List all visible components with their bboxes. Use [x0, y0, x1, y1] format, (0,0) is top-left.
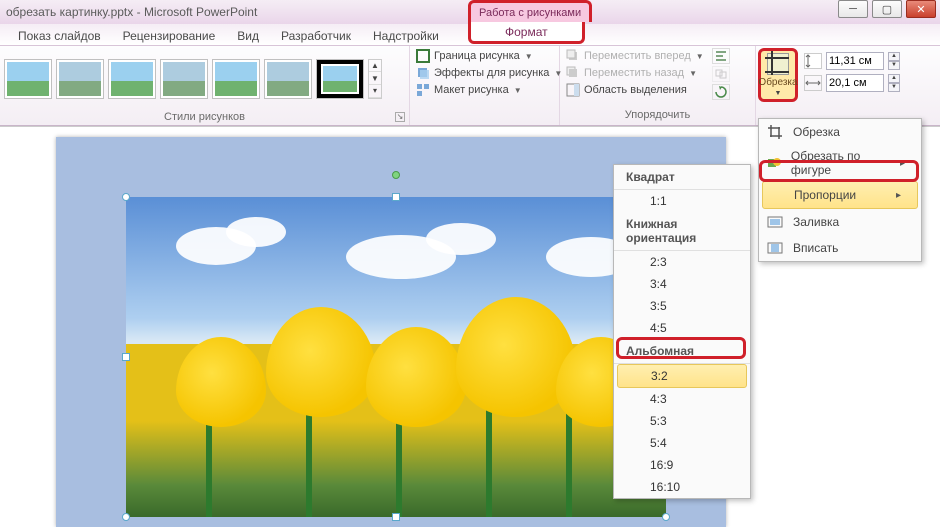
picture-style-thumb[interactable]: [264, 59, 312, 99]
width-icon: [804, 75, 822, 91]
aspect-16-10[interactable]: 16:10: [614, 476, 750, 498]
resize-handle[interactable]: [122, 353, 130, 361]
crop-item[interactable]: Обрезка: [759, 119, 921, 145]
align-button[interactable]: [712, 48, 730, 64]
picture-style-thumb[interactable]: [56, 59, 104, 99]
tab-slideshow[interactable]: Показ слайдов: [14, 27, 105, 45]
resize-handle[interactable]: [392, 193, 400, 201]
tab-developer[interactable]: Разработчик: [277, 27, 355, 45]
aspect-3-2[interactable]: 3:2: [617, 364, 747, 388]
picture-effects-button[interactable]: Эффекты для рисунка▼: [414, 65, 555, 81]
layout-icon: [416, 83, 430, 97]
height-spin-down[interactable]: ▼: [888, 61, 900, 70]
aspect-ratio-menu: Квадрат 1:1 Книжная ориентация 2:3 3:4 3…: [613, 164, 751, 499]
aspect-2-3[interactable]: 2:3: [614, 251, 750, 273]
width-spin-up[interactable]: ▲: [888, 74, 900, 83]
menu-header-portrait: Книжная ориентация: [614, 212, 750, 251]
gallery-more-button[interactable]: ▾: [369, 85, 381, 98]
gallery-up-button[interactable]: ▲: [369, 60, 381, 73]
height-input[interactable]: [826, 52, 884, 70]
tab-review[interactable]: Рецензирование: [119, 27, 220, 45]
backward-icon: [566, 66, 580, 80]
crop-icon: [767, 53, 789, 75]
aspect-16-9[interactable]: 16:9: [614, 454, 750, 476]
aspect-1-1[interactable]: 1:1: [614, 190, 750, 212]
tab-format[interactable]: Формат: [468, 22, 585, 44]
aspect-ratio-item[interactable]: Пропорции: [762, 181, 918, 209]
picture-style-thumb[interactable]: [108, 59, 156, 99]
selection-pane-button[interactable]: Область выделения: [564, 82, 706, 98]
picture-style-thumb[interactable]: [4, 59, 52, 99]
group-label: Стили рисунков↘: [0, 111, 409, 125]
gallery-down-button[interactable]: ▼: [369, 72, 381, 85]
picture-layout-button[interactable]: Макет рисунка▼: [414, 82, 555, 98]
filename: обрезать картинку.pptx: [6, 5, 133, 19]
aspect-3-4[interactable]: 3:4: [614, 273, 750, 295]
fill-item[interactable]: Заливка: [759, 209, 921, 235]
forward-icon: [566, 49, 580, 63]
rotate-handle[interactable]: [392, 171, 400, 179]
picture-style-thumb[interactable]: [160, 59, 208, 99]
group-size: Обрезка ▼ ▲▼ ▲▼: [756, 46, 940, 125]
window-controls: ─ ▢ ✕: [838, 0, 936, 18]
rotate-button[interactable]: [712, 84, 730, 100]
resize-handle[interactable]: [392, 513, 400, 521]
menu-header-landscape: Альбомная: [614, 339, 750, 364]
ribbon: ▲ ▼ ▾ Стили рисунков↘ Граница рисунка▼ Э…: [0, 46, 940, 126]
crop-split-button[interactable]: Обрезка ▼: [758, 48, 798, 102]
fit-item[interactable]: Вписать: [759, 235, 921, 261]
group-button[interactable]: [712, 66, 730, 82]
minimize-button[interactable]: ─: [838, 0, 868, 18]
app-name: Microsoft PowerPoint: [144, 5, 257, 19]
menu-header-square: Квадрат: [614, 165, 750, 190]
crop-icon: [765, 123, 785, 141]
width-input[interactable]: [826, 74, 884, 92]
height-icon: [804, 53, 822, 69]
width-spin-down[interactable]: ▼: [888, 83, 900, 92]
fit-icon: [765, 239, 785, 257]
fill-icon: [765, 213, 785, 231]
tab-addins[interactable]: Надстройки: [369, 27, 443, 45]
shape-icon: [765, 154, 783, 172]
aspect-5-4[interactable]: 5:4: [614, 432, 750, 454]
tab-view[interactable]: Вид: [233, 27, 263, 45]
contextual-tab-group: Работа с рисунками: [468, 0, 592, 22]
maximize-button[interactable]: ▢: [872, 0, 902, 18]
send-backward-button: Переместить назад▼: [564, 65, 706, 81]
group-label: Упорядочить: [560, 109, 755, 123]
group-arrange: Переместить вперед▼ Переместить назад▼ О…: [560, 46, 756, 125]
resize-handle[interactable]: [122, 513, 130, 521]
aspect-4-3[interactable]: 4:3: [614, 388, 750, 410]
blank-icon: [766, 186, 786, 204]
style-gallery-scroll: ▲ ▼ ▾: [368, 59, 382, 99]
aspect-5-3[interactable]: 5:3: [614, 410, 750, 432]
aspect-4-5[interactable]: 4:5: [614, 317, 750, 339]
picture-style-thumb[interactable]: [212, 59, 260, 99]
picture-border-button[interactable]: Граница рисунка▼: [414, 48, 555, 64]
bring-forward-button: Переместить вперед▼: [564, 48, 706, 64]
crop-menu: Обрезка Обрезать по фигуре Пропорции Зал…: [758, 118, 922, 262]
group-picture-styles: ▲ ▼ ▾ Стили рисунков↘: [0, 46, 410, 125]
selected-picture[interactable]: [126, 197, 666, 517]
picture-style-thumb[interactable]: [316, 59, 364, 99]
dialog-launcher[interactable]: ↘: [395, 112, 405, 122]
border-icon: [416, 49, 430, 63]
effects-icon: [416, 66, 430, 80]
document-title: обрезать картинку.pptx - Microsoft Power…: [0, 5, 257, 19]
crop-to-shape-item[interactable]: Обрезать по фигуре: [759, 145, 921, 181]
resize-handle[interactable]: [662, 513, 670, 521]
title-bar: обрезать картинку.pptx - Microsoft Power…: [0, 0, 940, 24]
height-spin-up[interactable]: ▲: [888, 52, 900, 61]
aspect-3-5[interactable]: 3:5: [614, 295, 750, 317]
selection-pane-icon: [566, 83, 580, 97]
resize-handle[interactable]: [122, 193, 130, 201]
group-picture-adjust: Граница рисунка▼ Эффекты для рисунка▼ Ма…: [410, 46, 560, 125]
close-button[interactable]: ✕: [906, 0, 936, 18]
